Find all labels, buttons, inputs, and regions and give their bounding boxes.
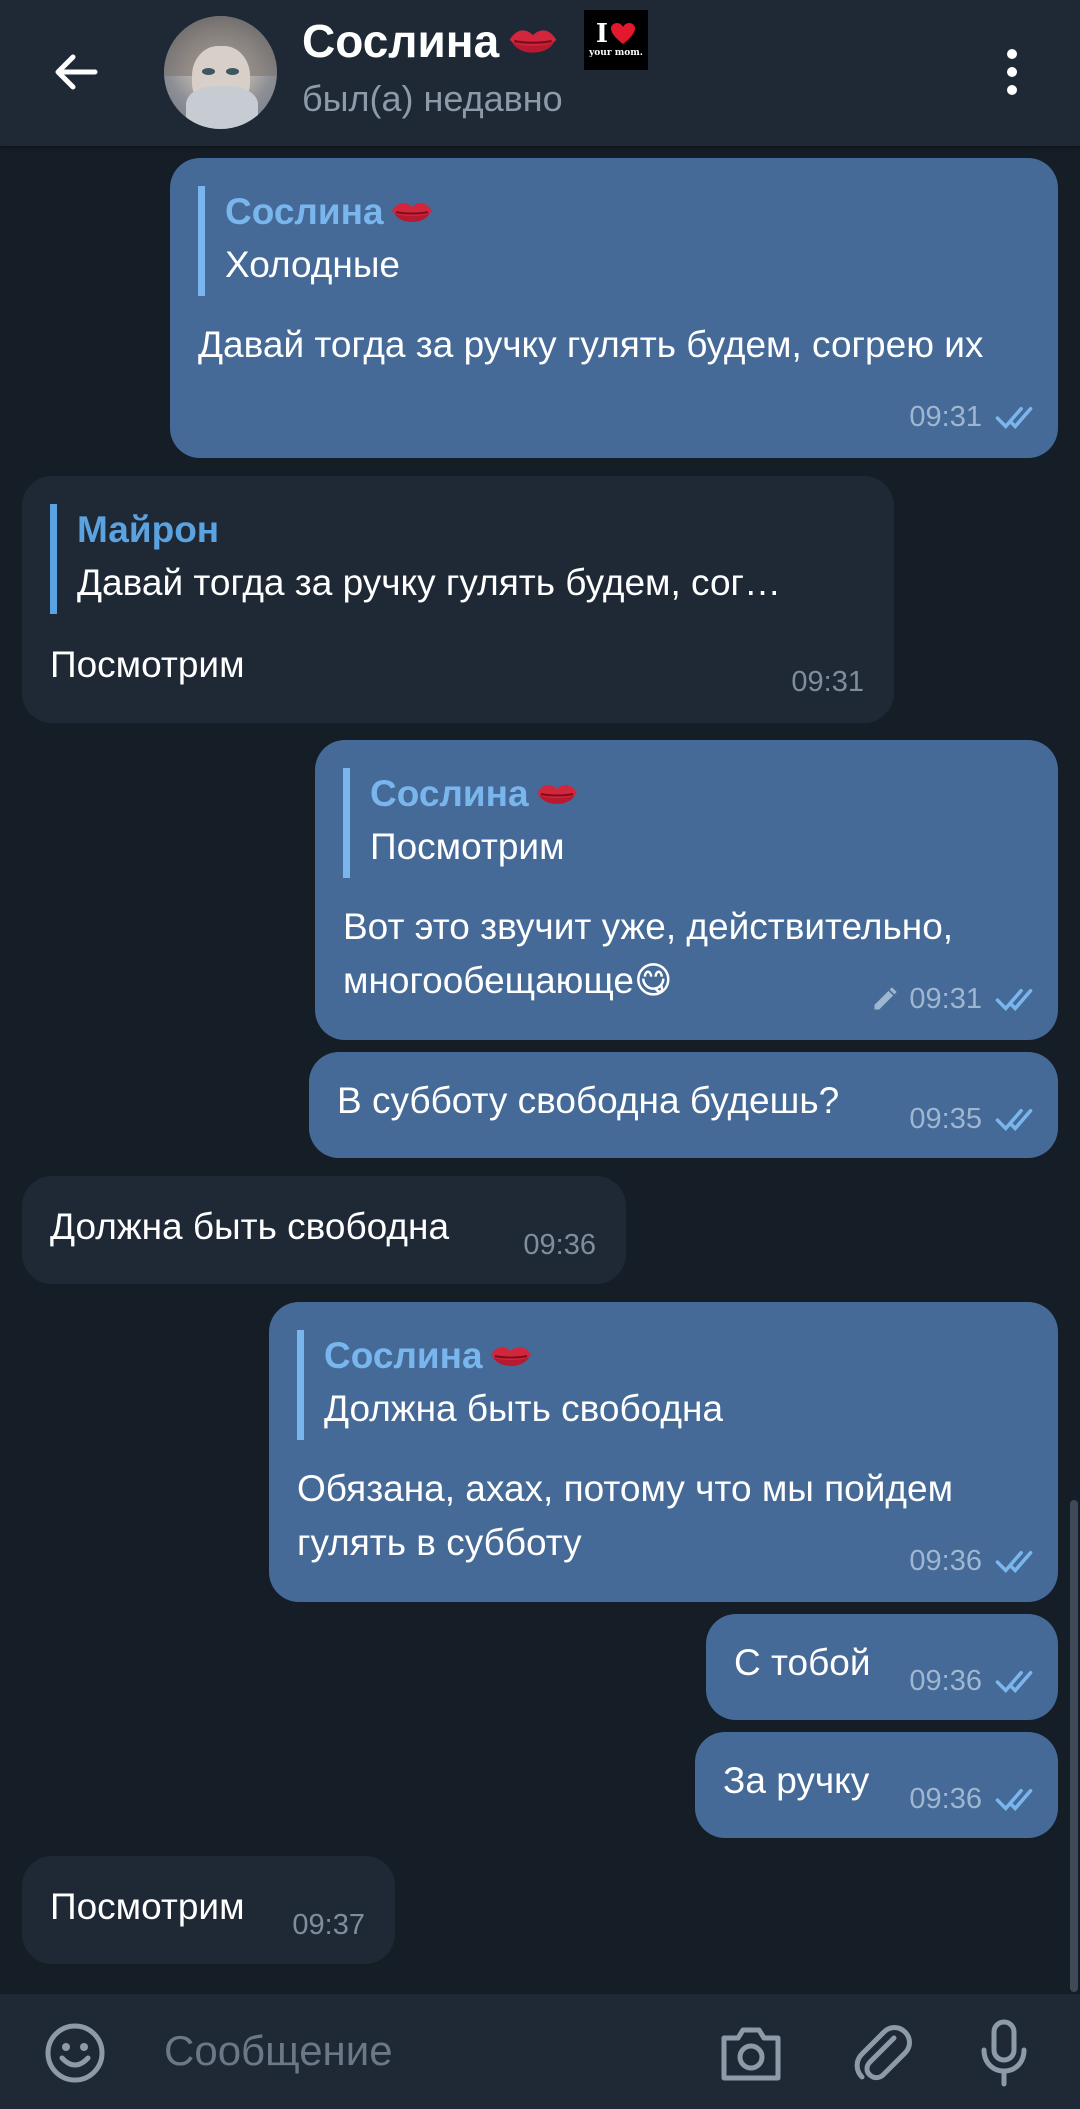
- kiss-lips-icon: [508, 29, 558, 54]
- message-bubble[interactable]: С тобой 09:36: [706, 1614, 1058, 1720]
- message-bubble[interactable]: Майрон Давай тогда за ручку гулять будем…: [22, 476, 894, 723]
- message-meta: 09:36: [523, 1218, 596, 1272]
- message-bubble[interactable]: Посмотрим 09:37: [22, 1856, 395, 1964]
- message-meta: 09:36: [909, 1534, 1036, 1588]
- message-bubble[interactable]: В субботу свободна будешь? 09:35: [309, 1052, 1058, 1158]
- message-time: 09:31: [791, 666, 864, 698]
- message-text: С тобой: [734, 1642, 871, 1683]
- message-text: За ручку: [723, 1760, 870, 1801]
- back-button[interactable]: [40, 36, 112, 108]
- message-bubble[interactable]: Сослина Холодные Давай тогда за ручку гу…: [170, 158, 1058, 458]
- message-time: 09:37: [292, 1909, 365, 1941]
- message-text: Посмотрим: [50, 1886, 245, 1927]
- double-check-icon: [995, 1108, 1033, 1131]
- message-time: 09:35: [909, 1103, 982, 1135]
- contact-name[interactable]: Сослина: [302, 14, 561, 68]
- back-arrow-icon: [55, 54, 98, 90]
- kiss-lips-icon: [535, 783, 578, 805]
- heart-icon: [611, 23, 636, 44]
- double-check-icon: [995, 1550, 1033, 1573]
- scrollbar[interactable]: [1070, 1500, 1078, 1992]
- message-meta: 09:35: [909, 1092, 1036, 1146]
- double-check-icon: [995, 1788, 1033, 1811]
- message-meta: 09:31: [871, 972, 1036, 1026]
- paperclip-icon: [854, 2025, 912, 2081]
- message-composer: [0, 1994, 1080, 2109]
- message-bubble[interactable]: Сослина Должна быть свободна Обязана, ах…: [269, 1302, 1058, 1602]
- message-bubble[interactable]: Должна быть свободна 09:36: [22, 1176, 626, 1284]
- camera-button[interactable]: [716, 2020, 786, 2086]
- message-meta: 09:31: [791, 655, 864, 709]
- double-check-icon: [995, 1670, 1033, 1693]
- reply-quote[interactable]: Сослина Должна быть свободна: [297, 1330, 723, 1440]
- reply-quote[interactable]: Сослина Посмотрим: [343, 768, 581, 878]
- message-meta: 09:36: [909, 1772, 1036, 1826]
- attach-button[interactable]: [850, 2018, 914, 2086]
- message-bubble[interactable]: За ручку 09:36: [695, 1732, 1058, 1838]
- message-text: Посмотрим: [50, 644, 245, 685]
- more-vertical-icon[interactable]: [990, 40, 1034, 104]
- contact-status: был(а) недавно: [302, 78, 563, 119]
- message-time: 09:36: [909, 1545, 982, 1577]
- love-badge: I your mom.: [584, 10, 648, 70]
- message-input[interactable]: [164, 2016, 684, 2086]
- double-check-icon: [995, 988, 1033, 1011]
- reply-quote[interactable]: Майрон Давай тогда за ручку гулять будем…: [50, 504, 870, 614]
- message-time: 09:36: [523, 1229, 596, 1261]
- message-time: 09:36: [909, 1783, 982, 1815]
- message-text: Должна быть свободна: [50, 1206, 450, 1247]
- emoji-button[interactable]: [44, 2022, 106, 2084]
- microphone-icon: [981, 2019, 1027, 2087]
- message-meta: 09:31: [909, 390, 1036, 444]
- edit-pencil-icon: [874, 987, 898, 1010]
- microphone-button[interactable]: [976, 2016, 1032, 2088]
- reply-quote[interactable]: Сослина Холодные: [198, 186, 436, 296]
- avatar[interactable]: [164, 16, 277, 129]
- emoji-icon: [45, 2023, 105, 2083]
- chat-header: Сослина I your mom. был(а) недавно: [0, 0, 1080, 146]
- message-meta: 09:36: [909, 1654, 1036, 1708]
- kiss-lips-icon: [390, 201, 433, 223]
- message-text: Давай тогда за ручку гулять будем, согре…: [198, 324, 984, 365]
- message-meta: 09:37: [292, 1898, 365, 1952]
- kiss-lips-icon: [489, 1345, 532, 1367]
- message-text: В субботу свободна будешь?: [337, 1080, 840, 1121]
- message-time: 09:31: [909, 983, 982, 1015]
- camera-icon: [721, 2027, 781, 2081]
- message-time: 09:31: [909, 401, 982, 433]
- double-check-icon: [995, 406, 1033, 429]
- message-bubble[interactable]: Сослина Посмотрим Вот это звучит уже, де…: [315, 740, 1058, 1040]
- message-time: 09:36: [909, 1665, 982, 1697]
